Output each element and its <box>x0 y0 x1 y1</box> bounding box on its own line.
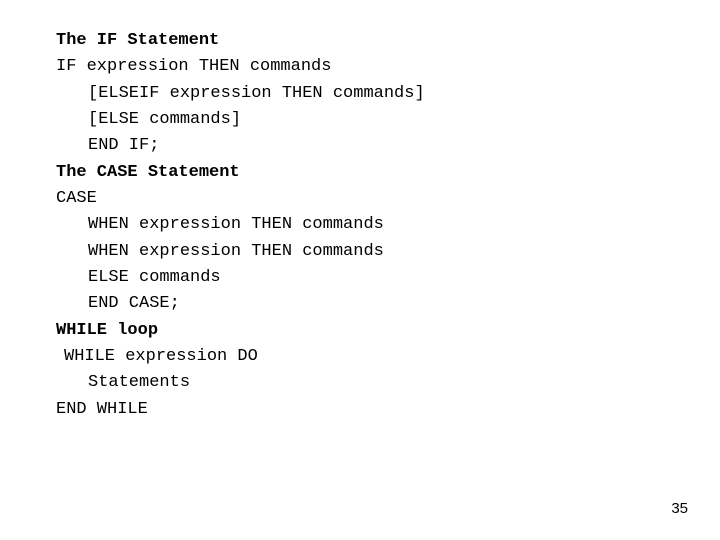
while-end-line: END WHILE <box>56 397 720 423</box>
if-elseif-line: [ELSEIF expression THEN commands] <box>56 81 720 107</box>
heading-case: The CASE Statement <box>56 160 720 186</box>
case-when-line-1: WHEN expression THEN commands <box>56 212 720 238</box>
heading-if: The IF Statement <box>56 28 720 54</box>
if-else-line: [ELSE commands] <box>56 107 720 133</box>
while-body-line: Statements <box>56 370 720 396</box>
slide: The IF Statement IF expression THEN comm… <box>0 0 720 540</box>
if-end-line: END IF; <box>56 133 720 159</box>
heading-while: WHILE loop <box>56 318 720 344</box>
case-end-line: END CASE; <box>56 291 720 317</box>
while-syntax-line: WHILE expression DO <box>56 344 720 370</box>
case-when-line-2: WHEN expression THEN commands <box>56 239 720 265</box>
page-number: 35 <box>671 497 688 520</box>
case-keyword: CASE <box>56 186 720 212</box>
case-else-line: ELSE commands <box>56 265 720 291</box>
if-syntax-line: IF expression THEN commands <box>56 54 720 80</box>
